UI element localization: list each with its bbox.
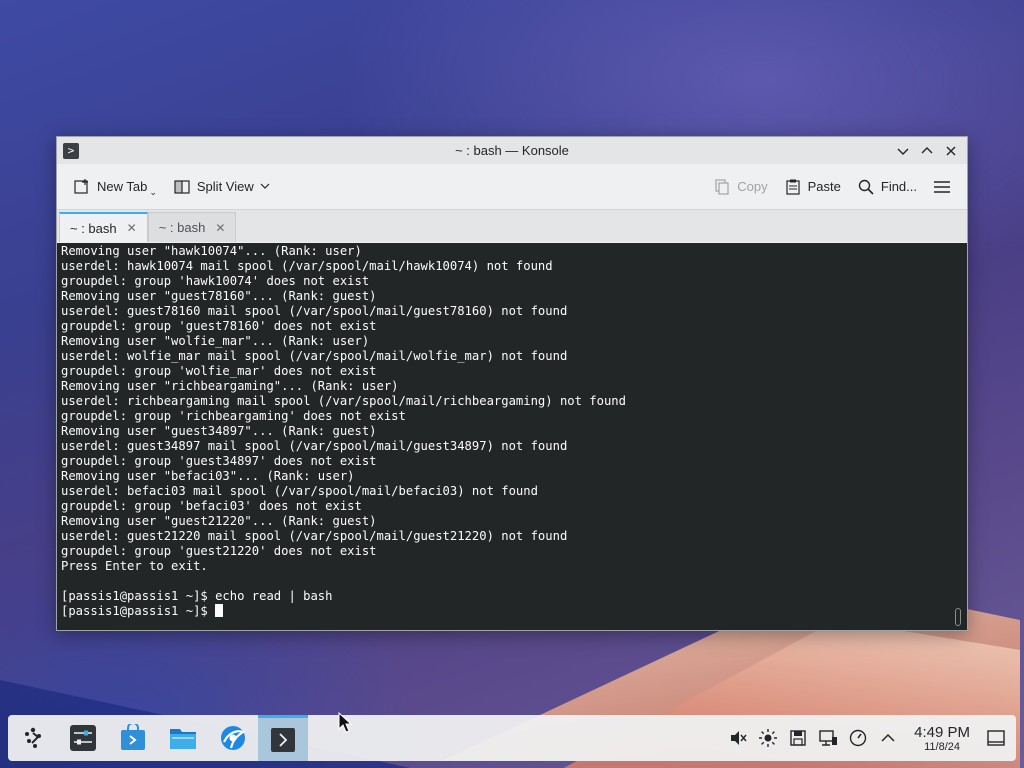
terminal-line: Removing user "hawk10074"... (Rank: user…	[61, 244, 362, 258]
toolbar: New Tab ⌄ Split View Copy Paste Find...	[57, 164, 967, 210]
system-monitor-icon[interactable]	[846, 726, 870, 750]
paste-label: Paste	[807, 179, 841, 194]
konsole-window: > ~ : bash — Konsole New Tab ⌄ Split Vie…	[56, 136, 968, 631]
find-label: Find...	[880, 179, 917, 194]
terminal-prompt: [passis1@passis1 ~]$	[61, 604, 216, 618]
terminal-prompt-line[interactable]: [passis1@passis1 ~]$	[61, 604, 963, 619]
window-title: ~ : bash — Konsole	[455, 143, 569, 158]
text-cursor	[215, 604, 224, 617]
dolphin-icon	[170, 729, 196, 749]
search-icon	[857, 178, 875, 196]
app-launcher-icon	[25, 727, 41, 748]
terminal-scrollbar[interactable]	[955, 608, 961, 626]
copy-label: Copy	[737, 179, 768, 194]
hamburger-menu-icon	[933, 178, 951, 196]
terminal-line: groupdel: group 'befaci03' does not exis…	[61, 499, 362, 513]
terminal-line: groupdel: group 'guest21220' does not ex…	[61, 544, 377, 558]
system-tray: 4:49 PM 11/8/24	[726, 724, 1016, 753]
browser-icon	[221, 726, 246, 750]
terminal-line: userdel: richbeargaming mail spool (/var…	[61, 394, 626, 408]
tab-label: ~ : bash	[158, 220, 206, 235]
tab-bash-2[interactable]: ~ : bash ✕	[147, 212, 237, 242]
brightness-icon[interactable]	[756, 726, 780, 750]
terminal-line: Removing user "richbeargaming"... (Rank:…	[61, 379, 399, 393]
close-tab-icon[interactable]: ✕	[215, 221, 225, 235]
terminal-line: [passis1@passis1 ~]$ echo read | bash	[61, 589, 333, 603]
show-desktop-icon[interactable]	[984, 726, 1008, 750]
tab-label: ~ : bash	[70, 220, 117, 236]
maximize-button[interactable]	[917, 141, 937, 161]
terminal-line: userdel: guest34897 mail spool (/var/spo…	[61, 439, 568, 453]
dropdown-arrow-icon: ⌄	[149, 187, 157, 197]
terminal-line: groupdel: group 'guest78160' does not ex…	[61, 319, 377, 333]
terminal-line: userdel: guest21220 mail spool (/var/spo…	[61, 529, 568, 543]
terminal-line: Removing user "wolfie_mar"... (Rank: use…	[61, 334, 370, 348]
title-bar[interactable]: > ~ : bash — Konsole	[57, 137, 967, 164]
volume-muted-icon[interactable]	[726, 726, 750, 750]
copy-icon	[713, 178, 731, 196]
terminal-line: Removing user "befaci03"... (Rank: user)	[61, 469, 355, 483]
terminal-line: userdel: guest78160 mail spool (/var/spo…	[61, 304, 568, 318]
chevron-down-icon	[260, 179, 270, 194]
copy-button[interactable]: Copy	[705, 172, 775, 202]
minimize-button[interactable]	[893, 141, 913, 161]
taskbar-panel: 4:49 PM 11/8/24	[8, 715, 1016, 761]
new-tab-button[interactable]: New Tab ⌄	[65, 172, 165, 202]
konsole-app-icon[interactable]: >	[63, 142, 79, 159]
paste-button[interactable]: Paste	[776, 172, 849, 202]
tab-bar: ~ : bash ✕ ~ : bash ✕	[57, 210, 967, 242]
chevron-up-icon[interactable]	[876, 726, 900, 750]
browser-task[interactable]	[208, 715, 258, 761]
chevron-down-icon	[897, 148, 909, 155]
disk-icon[interactable]	[786, 726, 810, 750]
terminal-line: groupdel: group 'hawk10074' does not exi…	[61, 274, 370, 288]
terminal-line: groupdel: group 'wolfie_mar' does not ex…	[61, 364, 377, 378]
terminal-line: Removing user "guest21220"... (Rank: gue…	[61, 514, 377, 528]
system-settings-task[interactable]	[58, 715, 108, 761]
terminal-line: userdel: wolfie_mar mail spool (/var/spo…	[61, 349, 568, 363]
app-launcher-button[interactable]	[8, 715, 58, 761]
close-icon	[946, 146, 956, 155]
split-view-icon	[173, 178, 191, 196]
system-settings-icon	[70, 725, 96, 751]
paste-icon	[784, 178, 802, 196]
close-button[interactable]	[941, 141, 961, 161]
digital-clock[interactable]: 4:49 PM 11/8/24	[914, 724, 970, 753]
clock-date: 11/8/24	[924, 740, 960, 753]
discover-task[interactable]	[108, 715, 158, 761]
dolphin-task[interactable]	[158, 715, 208, 761]
new-tab-icon	[73, 178, 91, 196]
terminal-line: Removing user "guest78160"... (Rank: gue…	[61, 289, 377, 303]
chevron-up-icon	[921, 146, 933, 153]
terminal-line: userdel: befaci03 mail spool (/var/spool…	[61, 484, 538, 498]
find-button[interactable]: Find...	[849, 172, 925, 202]
new-tab-label: New Tab	[97, 179, 148, 194]
discover-icon	[121, 724, 145, 750]
terminal-line: groupdel: group 'guest34897' does not ex…	[61, 454, 377, 468]
mouse-pointer-icon	[338, 712, 353, 733]
konsole-task[interactable]	[258, 715, 308, 761]
network-icon[interactable]	[816, 726, 840, 750]
terminal-line: Removing user "guest34897"... (Rank: gue…	[61, 424, 377, 438]
split-view-button[interactable]: Split View	[165, 172, 278, 202]
clock-time: 4:49 PM	[914, 723, 970, 741]
hamburger-menu-button[interactable]	[925, 172, 959, 202]
terminal-view[interactable]: Removing user "hawk10074"... (Rank: user…	[57, 243, 967, 630]
split-view-label: Split View	[196, 179, 254, 194]
close-tab-icon[interactable]: ✕	[127, 221, 137, 235]
konsole-icon	[271, 727, 295, 752]
terminal-line: Press Enter to exit.	[61, 559, 208, 573]
terminal-line: groupdel: group 'richbeargaming' does no…	[61, 409, 406, 423]
tab-bash-1[interactable]: ~ : bash ✕	[59, 212, 148, 242]
terminal-line: userdel: hawk10074 mail spool (/var/spoo…	[61, 259, 553, 273]
